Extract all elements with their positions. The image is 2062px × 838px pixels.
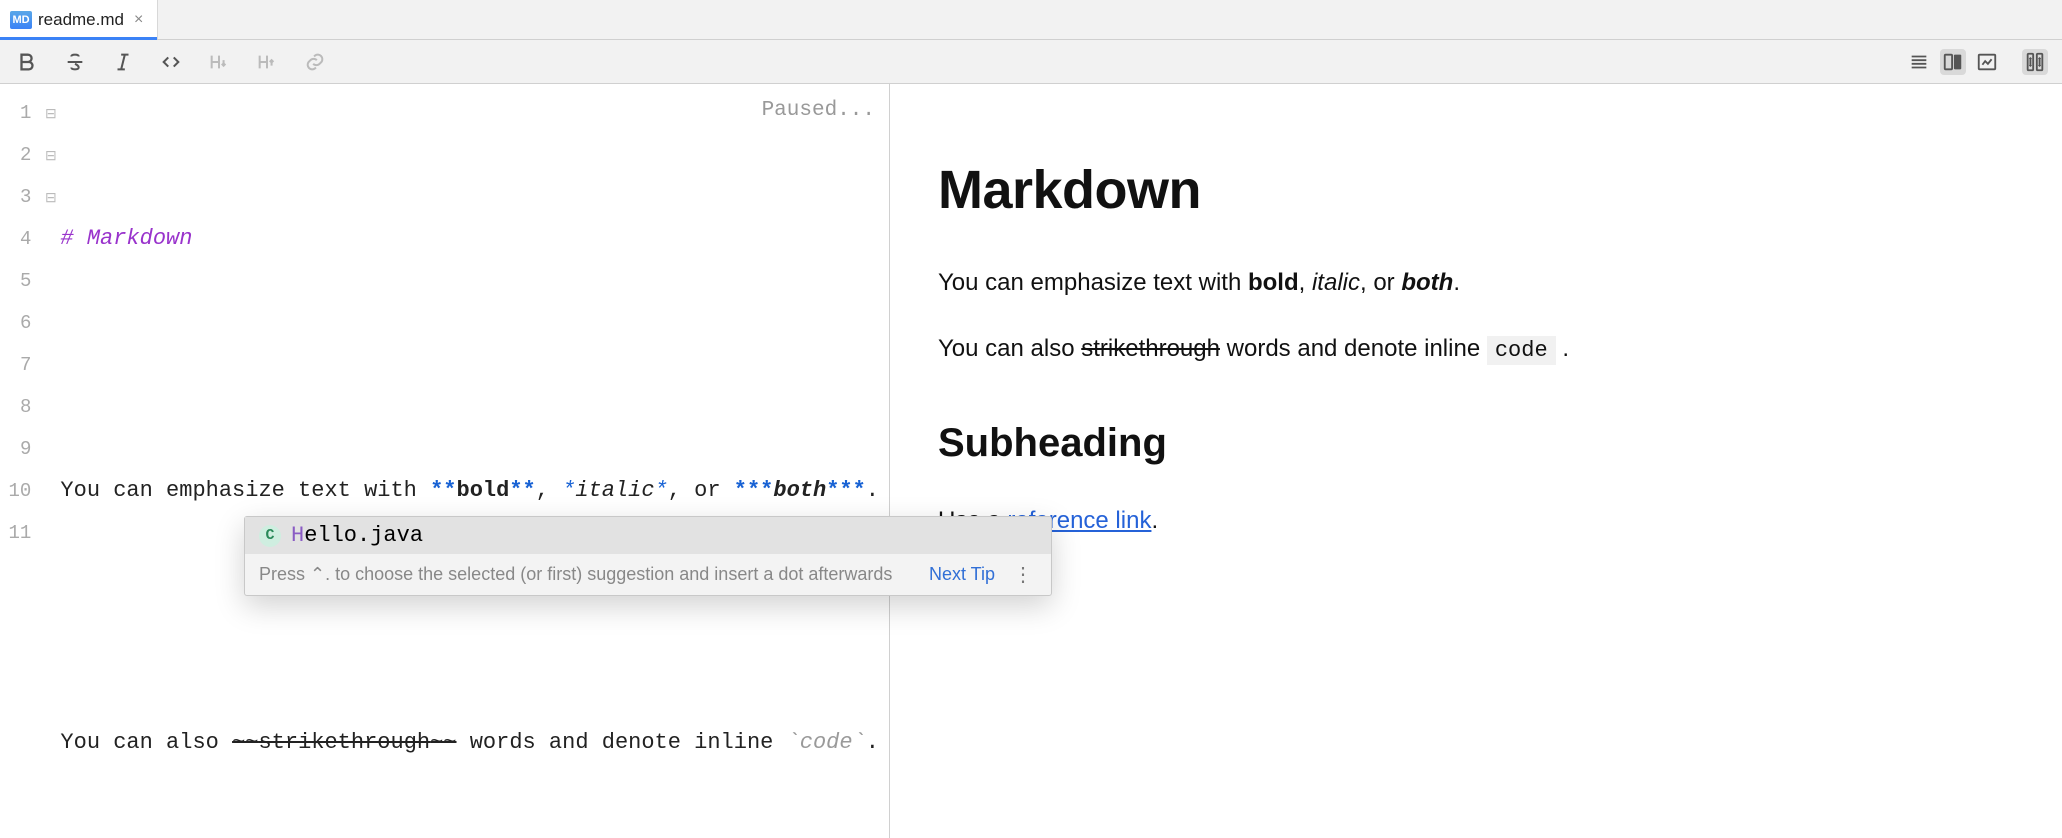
scroll-sync-button[interactable] bbox=[2022, 49, 2048, 75]
completion-item[interactable]: Hello.java bbox=[245, 517, 1051, 554]
preview-h1: Markdown bbox=[938, 150, 2014, 231]
preview-paragraph: You can emphasize text with bold, italic… bbox=[938, 265, 2014, 301]
line-number: 4 bbox=[0, 218, 31, 260]
preview-paragraph: You can also strikethrough words and den… bbox=[938, 331, 2014, 367]
line-number: 5 bbox=[0, 260, 31, 302]
next-tip-link[interactable]: Next Tip bbox=[929, 564, 995, 585]
tab-filename: readme.md bbox=[38, 10, 124, 30]
preview-h2: Subheading bbox=[938, 413, 2014, 473]
bold-button[interactable] bbox=[14, 49, 40, 75]
line-number: 6 bbox=[0, 302, 31, 344]
code-button[interactable] bbox=[158, 49, 184, 75]
heading-up-button[interactable] bbox=[254, 49, 280, 75]
strikethrough-button[interactable] bbox=[62, 49, 88, 75]
preview-only-view-button[interactable] bbox=[1974, 49, 2000, 75]
completion-tip: Press ⌃. to choose the selected (or firs… bbox=[245, 554, 1051, 595]
line-number: 11 bbox=[0, 512, 31, 554]
line-number: 8 bbox=[0, 386, 31, 428]
editor-preview-split-button[interactable] bbox=[1940, 49, 1966, 75]
editor-only-view-button[interactable] bbox=[1906, 49, 1932, 75]
line-number: 1 bbox=[0, 92, 31, 134]
preview-pane: Markdown You can emphasize text with bol… bbox=[890, 84, 2062, 838]
line-number: 9 bbox=[0, 428, 31, 470]
code-area[interactable]: Paused... # Markdown You can emphasize t… bbox=[60, 84, 889, 838]
fold-column bbox=[41, 84, 60, 838]
italic-button[interactable] bbox=[110, 49, 136, 75]
class-icon bbox=[259, 525, 281, 547]
fold-marker-icon[interactable] bbox=[41, 134, 60, 176]
line-number: 10 bbox=[0, 470, 31, 512]
split-view: 1 2 3 4 5 6 7 8 9 10 11 Paused... # Mark… bbox=[0, 84, 2062, 838]
line-number: 7 bbox=[0, 344, 31, 386]
more-icon[interactable]: ⋮ bbox=[1009, 562, 1037, 587]
heading-down-button[interactable] bbox=[206, 49, 232, 75]
completion-popup: Hello.java Press ⌃. to choose the select… bbox=[244, 516, 1052, 596]
close-icon[interactable]: × bbox=[130, 11, 147, 29]
preview-paragraph: Use a reference link. bbox=[938, 503, 2014, 539]
link-button[interactable] bbox=[302, 49, 328, 75]
tab-bar: readme.md × bbox=[0, 0, 2062, 40]
paused-label: Paused... bbox=[762, 90, 875, 132]
line-gutter: 1 2 3 4 5 6 7 8 9 10 11 bbox=[0, 84, 41, 838]
line-number: 2 bbox=[0, 134, 31, 176]
md-toolbar bbox=[0, 40, 2062, 84]
editor-pane: 1 2 3 4 5 6 7 8 9 10 11 Paused... # Mark… bbox=[0, 84, 890, 838]
markdown-file-icon bbox=[10, 11, 32, 29]
file-tab[interactable]: readme.md × bbox=[0, 0, 158, 39]
fold-marker-icon[interactable] bbox=[41, 92, 60, 134]
line-number: 3 bbox=[0, 176, 31, 218]
fold-marker-icon[interactable] bbox=[41, 176, 60, 218]
